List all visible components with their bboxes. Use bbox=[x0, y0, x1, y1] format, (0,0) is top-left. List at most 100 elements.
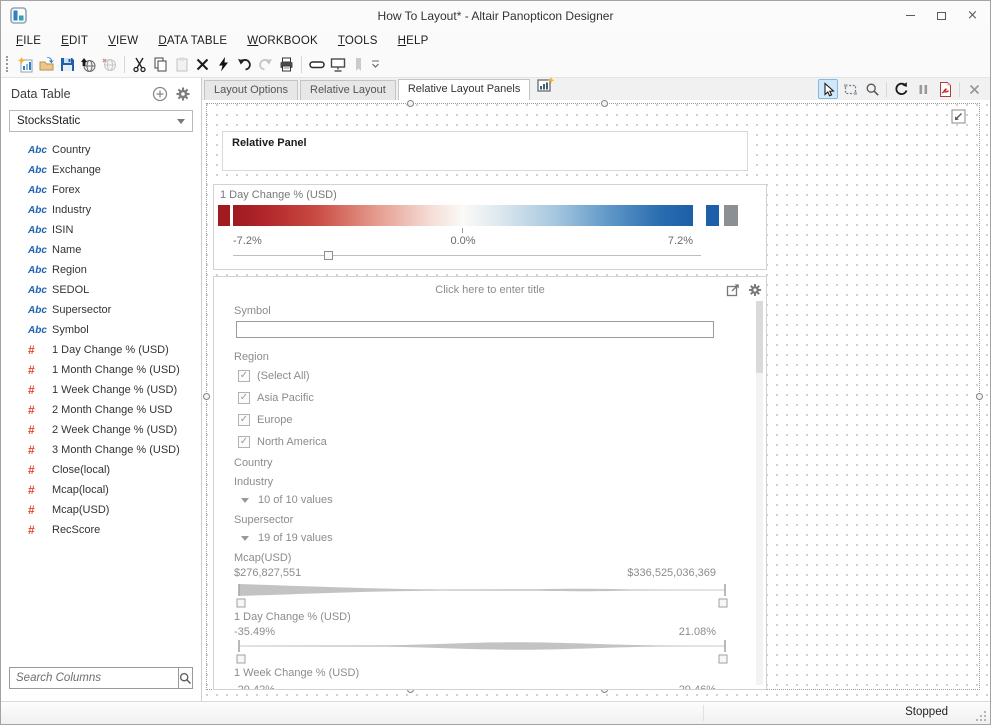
new-dashboard-button[interactable] bbox=[536, 76, 555, 98]
canvas-expand-button[interactable] bbox=[951, 109, 966, 129]
open-workbook-button[interactable] bbox=[36, 54, 57, 75]
copy-button[interactable] bbox=[150, 54, 171, 75]
mcap-slider-min-handle[interactable] bbox=[237, 599, 245, 607]
menu-item[interactable]: DATA TABLE bbox=[148, 33, 237, 49]
filter-panel-title-placeholder[interactable]: Click here to enter title bbox=[214, 284, 766, 296]
mcap-slider-max-handle[interactable] bbox=[719, 599, 727, 607]
country-filter-label: Country bbox=[234, 457, 273, 469]
numeric-field-item[interactable]: # Close(local) bbox=[1, 460, 201, 480]
filter-panel[interactable]: Click here to enter title Symbol Region … bbox=[213, 276, 767, 690]
selection-handle[interactable] bbox=[976, 393, 983, 400]
presentation-button[interactable] bbox=[327, 54, 348, 75]
cut-button[interactable] bbox=[129, 54, 150, 75]
numeric-field-item[interactable]: # Mcap(USD) bbox=[1, 500, 201, 520]
tab-layout-options[interactable]: Layout Options bbox=[204, 80, 298, 100]
text-field-item[interactable]: Abc Symbol bbox=[1, 320, 201, 340]
maximize-button[interactable] bbox=[926, 1, 957, 30]
tab-relative-layout[interactable]: Relative Layout bbox=[300, 80, 396, 100]
filter-settings-button[interactable] bbox=[748, 283, 762, 302]
data-table-settings-gear-icon[interactable] bbox=[175, 86, 191, 102]
refresh-data-button[interactable] bbox=[213, 54, 234, 75]
text-field-item[interactable]: Abc Forex bbox=[1, 180, 201, 200]
pause-button[interactable] bbox=[913, 79, 933, 99]
print-button[interactable] bbox=[276, 54, 297, 75]
filter-scrollbar[interactable] bbox=[756, 301, 763, 685]
tab-relative-layout-panels[interactable]: Relative Layout Panels bbox=[398, 79, 531, 100]
legend-slider-track[interactable] bbox=[233, 255, 701, 256]
color-legend-panel[interactable]: 1 Day Change % (USD) -7.2% 0.0% 7.2% bbox=[213, 184, 767, 270]
numeric-field-item[interactable]: # RecScore bbox=[1, 520, 201, 540]
numeric-field-item[interactable]: # 1 Week Change % (USD) bbox=[1, 380, 201, 400]
export-pdf-button[interactable] bbox=[935, 79, 955, 99]
daychange-slider-min-handle[interactable] bbox=[237, 655, 245, 663]
search-button[interactable] bbox=[178, 668, 192, 688]
numeric-field-item[interactable]: # Mcap(local) bbox=[1, 480, 201, 500]
data-table-selector[interactable]: StocksStatic bbox=[9, 110, 193, 132]
region-option-select-all[interactable]: ✓ (Select All) bbox=[238, 369, 310, 383]
new-workbook-icon bbox=[17, 56, 34, 73]
close-dashboard-button[interactable] bbox=[964, 79, 984, 99]
resize-grip-icon[interactable] bbox=[975, 710, 987, 722]
text-field-item[interactable]: Abc Name bbox=[1, 240, 201, 260]
menu-item[interactable]: TOOLS bbox=[328, 33, 388, 49]
symbol-filter-input[interactable] bbox=[236, 321, 714, 338]
text-field-item[interactable]: Abc Exchange bbox=[1, 160, 201, 180]
filter-scrollbar-thumb[interactable] bbox=[756, 301, 763, 373]
text-field-item[interactable]: Abc Country bbox=[1, 140, 201, 160]
publish-button[interactable] bbox=[78, 54, 99, 75]
industry-values-dropdown[interactable]: 10 of 10 values bbox=[241, 494, 333, 506]
save-button[interactable] bbox=[57, 54, 78, 75]
numeric-field-item[interactable]: # 1 Month Change % (USD) bbox=[1, 360, 201, 380]
menu-item[interactable]: HELP bbox=[388, 33, 439, 49]
menu-item[interactable]: WORKBOOK bbox=[237, 33, 328, 49]
region-option-asia-pacific[interactable]: ✓ Asia Pacific bbox=[238, 391, 314, 405]
new-workbook-button[interactable] bbox=[15, 54, 36, 75]
redo-button[interactable] bbox=[255, 54, 276, 75]
status-bar: Stopped bbox=[1, 701, 990, 724]
toolbar-grip[interactable] bbox=[6, 56, 11, 72]
refresh-button[interactable] bbox=[891, 79, 911, 99]
marquee-select-button[interactable] bbox=[840, 79, 860, 99]
text-field-item[interactable]: Abc Region bbox=[1, 260, 201, 280]
relative-panel-box[interactable]: Relative Panel bbox=[222, 131, 748, 171]
region-option-europe[interactable]: ✓ Europe bbox=[238, 413, 292, 427]
zoom-tool-button[interactable] bbox=[862, 79, 882, 99]
numeric-field-item[interactable]: # 2 Month Change % USD bbox=[1, 400, 201, 420]
unpublish-button[interactable] bbox=[99, 54, 120, 75]
selection-handle[interactable] bbox=[407, 100, 414, 107]
undo-button[interactable] bbox=[234, 54, 255, 75]
legend-slider-handle[interactable] bbox=[324, 251, 333, 260]
daychange-range-slider[interactable] bbox=[236, 639, 728, 665]
numeric-field-item[interactable]: # 2 Week Change % (USD) bbox=[1, 420, 201, 440]
numeric-field-item[interactable]: # 3 Month Change % (USD) bbox=[1, 440, 201, 460]
delete-button[interactable] bbox=[192, 54, 213, 75]
mcap-range-slider[interactable] bbox=[236, 583, 728, 609]
text-field-item[interactable]: Abc SEDOL bbox=[1, 280, 201, 300]
add-data-table-icon[interactable] bbox=[152, 86, 168, 102]
minimize-button[interactable] bbox=[895, 1, 926, 30]
selection-handle[interactable] bbox=[601, 100, 608, 107]
selection-handle[interactable] bbox=[203, 393, 210, 400]
text-type-icon: Abc bbox=[28, 185, 52, 196]
paste-button[interactable] bbox=[171, 54, 192, 75]
supersector-values-dropdown[interactable]: 19 of 19 values bbox=[241, 532, 333, 544]
text-field-item[interactable]: Abc Industry bbox=[1, 200, 201, 220]
dashboard-tab-strip: Layout Options Relative Layout Relative … bbox=[202, 78, 990, 100]
bookmark-button[interactable] bbox=[348, 54, 369, 75]
menu-item[interactable]: VIEW bbox=[98, 33, 148, 49]
menu-item[interactable]: FILE bbox=[6, 33, 51, 49]
daychange-slider-max-handle[interactable] bbox=[719, 655, 727, 663]
numeric-field-item[interactable]: # 1 Day Change % (USD) bbox=[1, 340, 201, 360]
toolbar-overflow-button[interactable] bbox=[371, 58, 380, 70]
close-button[interactable]: × bbox=[957, 1, 988, 30]
text-field-item[interactable]: Abc Supersector bbox=[1, 300, 201, 320]
layout-canvas[interactable]: Relative Panel 1 Day Change % (USD) -7.2… bbox=[202, 100, 990, 701]
pointer-tool-button[interactable] bbox=[818, 79, 838, 99]
filter-maximize-button[interactable] bbox=[726, 283, 740, 302]
parameter-button[interactable] bbox=[306, 54, 327, 75]
region-option-north-america[interactable]: ✓ North America bbox=[238, 435, 327, 449]
search-columns-input[interactable] bbox=[10, 668, 178, 688]
chevron-down-icon bbox=[241, 498, 249, 503]
text-field-item[interactable]: Abc ISIN bbox=[1, 220, 201, 240]
menu-item[interactable]: EDIT bbox=[51, 33, 98, 49]
